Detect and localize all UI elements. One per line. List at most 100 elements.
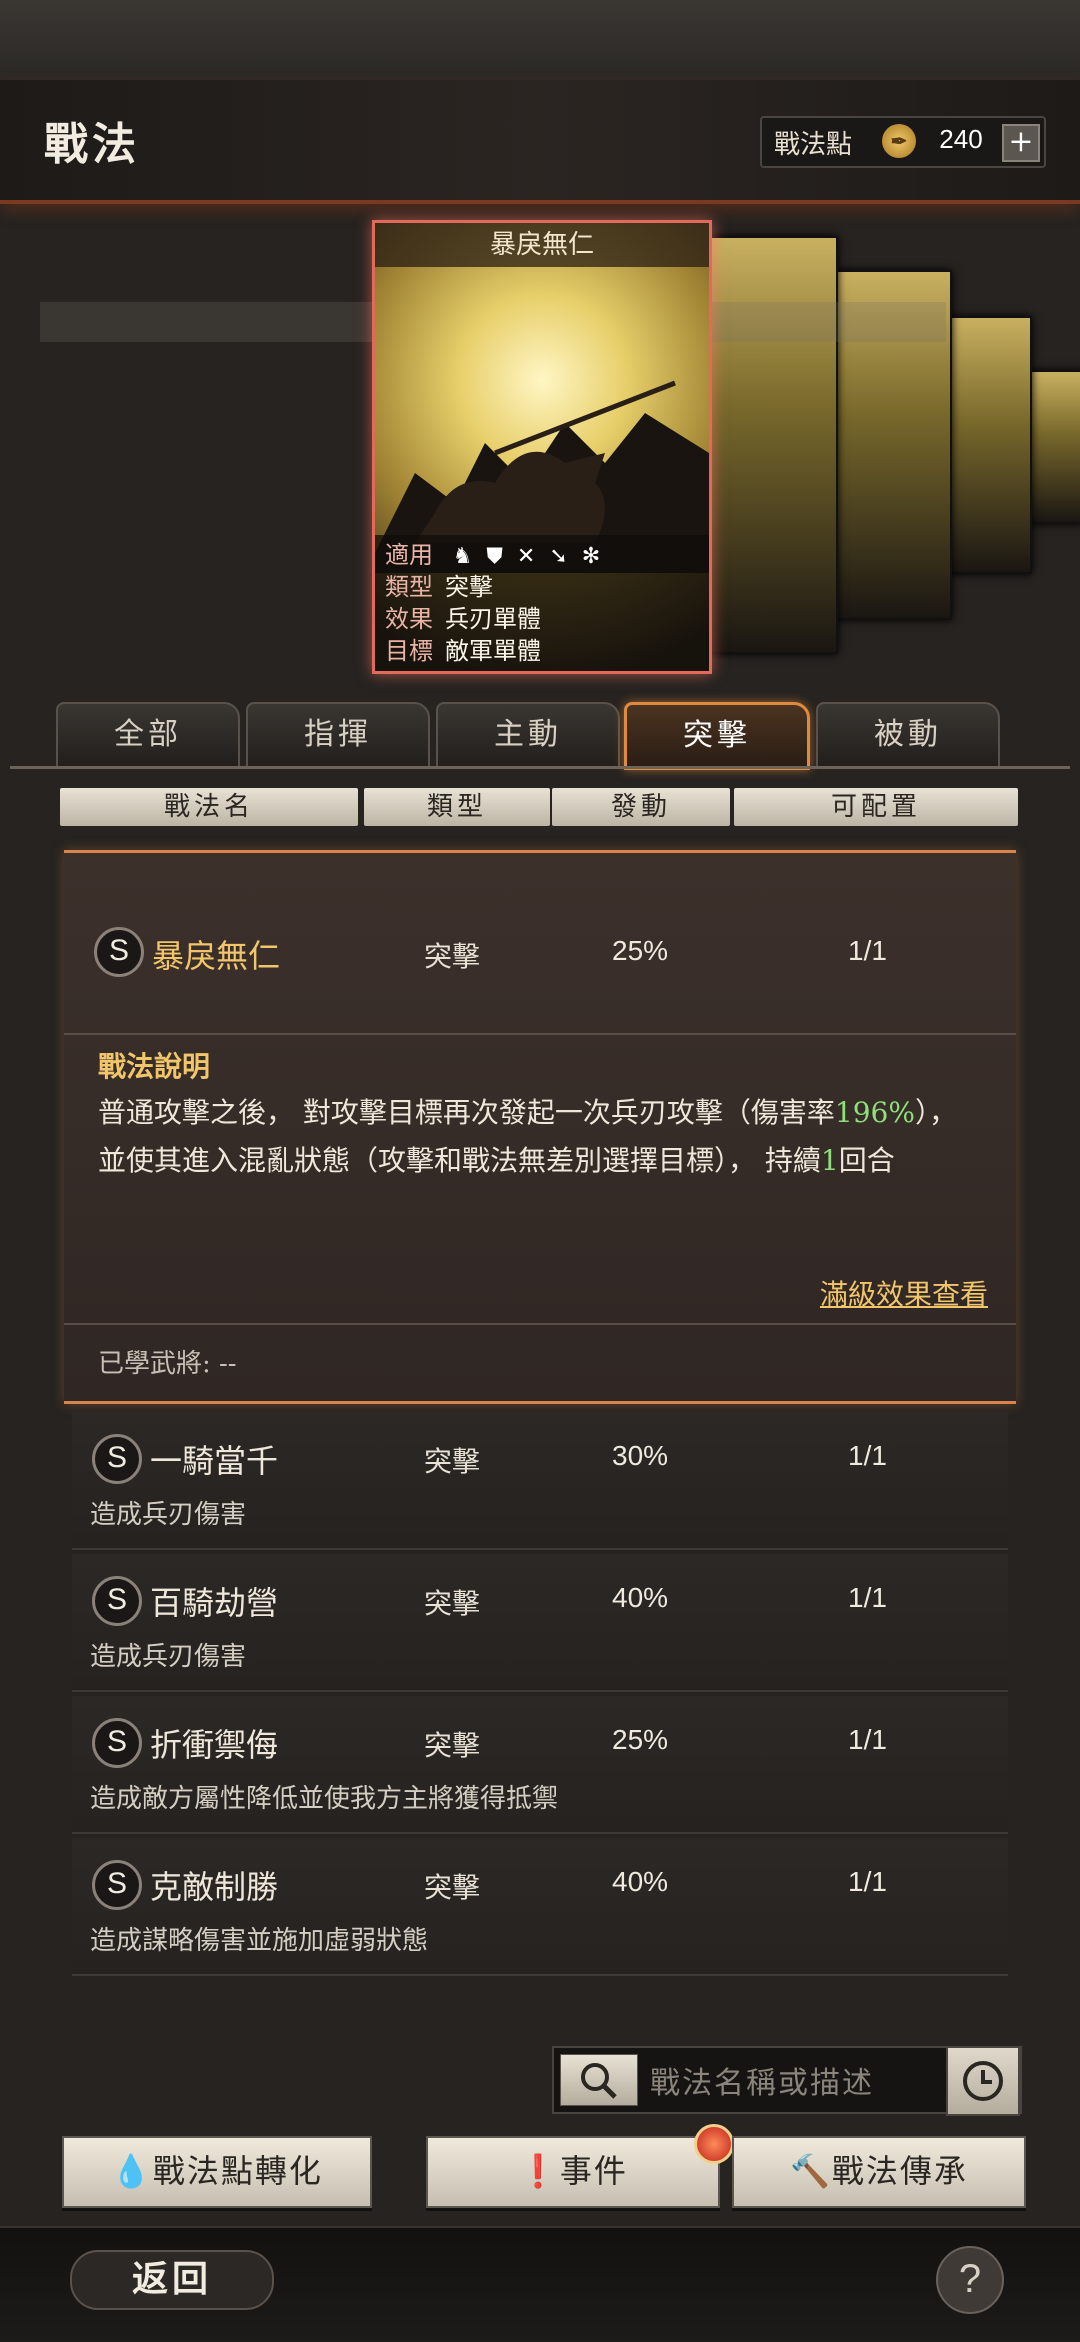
damage-rate-value: 196% bbox=[834, 1096, 915, 1129]
tactic-slots: 1/1 bbox=[848, 1582, 887, 1613]
grade-badge: S bbox=[92, 1434, 142, 1484]
tab-active[interactable]: 主動 bbox=[436, 702, 620, 768]
card-info-key: 目標 bbox=[385, 637, 433, 665]
page-title: 戰法 bbox=[44, 119, 140, 170]
back-button[interactable]: 返回 bbox=[70, 2250, 274, 2310]
bow-icon: ✕ bbox=[516, 544, 550, 569]
spear-icon: ➘ bbox=[549, 544, 582, 569]
cavalry-icon: ♞ bbox=[452, 544, 487, 569]
tactic-short-desc: 造成兵刃傷害 bbox=[90, 1500, 247, 1530]
column-header-type[interactable]: 類型 bbox=[364, 788, 550, 826]
tactic-trigger-rate: 25% bbox=[612, 1724, 669, 1755]
column-header-slots[interactable]: 可配置 bbox=[734, 788, 1018, 826]
card-tactic-name: 暴戾無仁 bbox=[375, 223, 709, 267]
tactic-card-back-4[interactable] bbox=[1024, 370, 1080, 524]
tab-assault[interactable]: 突擊 bbox=[624, 702, 810, 770]
convert-points-label: 戰法點轉化 bbox=[152, 2152, 323, 2190]
search-input[interactable]: 戰法名稱或描述 bbox=[650, 2058, 874, 2102]
tactic-card-back-1[interactable] bbox=[700, 236, 838, 654]
tactic-name: 暴戾無仁 bbox=[152, 937, 281, 975]
column-header-trigger[interactable]: 發動 bbox=[552, 788, 730, 826]
tactic-row[interactable]: S 一騎當千 突擊 30% 1/1 造成兵刃傷害 bbox=[72, 1412, 1008, 1550]
tactic-type: 突擊 bbox=[424, 1871, 481, 1904]
category-tabs: 全部 指揮 主動 突擊 被動 bbox=[52, 702, 1012, 770]
coin-icon: ✒ bbox=[882, 124, 916, 158]
tactic-points-box: 戰法點 ✒ 240 + bbox=[760, 116, 1046, 168]
inherit-button[interactable]: 🔨戰法傳承 bbox=[732, 2136, 1026, 2208]
tactic-slots: 1/1 bbox=[848, 1866, 887, 1897]
card-info-target: 目標 敵軍單體 bbox=[385, 635, 699, 667]
card-info-effect: 效果 兵刃單體 bbox=[385, 603, 699, 635]
divider bbox=[64, 1323, 1016, 1325]
search-button[interactable] bbox=[560, 2054, 638, 2106]
notification-dot bbox=[694, 2124, 734, 2164]
tactic-name: 百騎劫營 bbox=[150, 1584, 279, 1622]
shield-icon: ⛊ bbox=[486, 544, 517, 569]
tab-all[interactable]: 全部 bbox=[56, 702, 240, 768]
tactic-name: 一騎當千 bbox=[150, 1442, 279, 1480]
tactic-points-label: 戰法點 bbox=[774, 130, 853, 160]
tactic-trigger-rate: 40% bbox=[612, 1582, 669, 1613]
tactic-name: 克敵制勝 bbox=[150, 1868, 279, 1906]
alert-icon: ❗ bbox=[518, 2152, 560, 2190]
grade-badge: S bbox=[92, 1860, 142, 1910]
tactic-slots: 1/1 bbox=[848, 935, 887, 966]
duration-value: 1 bbox=[820, 1144, 839, 1177]
card-info-key: 效果 bbox=[385, 605, 433, 633]
applicable-unit-icons: ♞⛊✕➘✻ bbox=[453, 541, 615, 573]
drop-icon: 💧 bbox=[111, 2152, 153, 2190]
card-info-panel: 適用 ♞⛊✕➘✻ 類型 突擊 效果 兵刃單體 目標 敵軍單體 bbox=[375, 535, 709, 671]
expanded-tactic-row[interactable]: S 暴戾無仁 突擊 25% 1/1 戰法說明 普通攻擊之後， 對攻擊目標再次發起… bbox=[64, 850, 1016, 1404]
tactic-type: 突擊 bbox=[424, 1445, 481, 1478]
tactic-trigger-rate: 40% bbox=[612, 1866, 669, 1897]
card-info-key: 適用 bbox=[385, 541, 433, 569]
tactic-short-desc: 造成謀略傷害並施加虛弱狀態 bbox=[90, 1926, 429, 1956]
history-button[interactable] bbox=[946, 2046, 1020, 2116]
description-title: 戰法說明 bbox=[98, 1050, 211, 1083]
tactic-type: 突擊 bbox=[424, 1587, 481, 1620]
tactic-trigger-rate: 30% bbox=[612, 1440, 669, 1471]
description-segment: 普通攻擊之後， 對攻擊目標再次發起一次兵刃攻擊（傷害率 bbox=[98, 1096, 835, 1129]
tactic-type: 突擊 bbox=[424, 1729, 481, 1762]
tactic-short-desc: 造成兵刃傷害 bbox=[90, 1642, 247, 1672]
card-info-value: 兵刃單體 bbox=[445, 605, 541, 633]
tab-divider bbox=[10, 766, 1070, 769]
inherit-label: 戰法傳承 bbox=[831, 2152, 968, 2190]
tab-passive[interactable]: 被動 bbox=[816, 702, 1000, 768]
learned-generals: 已學武將: -- bbox=[98, 1349, 237, 1379]
divider bbox=[64, 1033, 1016, 1035]
convert-points-button[interactable]: 💧戰法點轉化 bbox=[62, 2136, 372, 2208]
hammer-icon: 🔨 bbox=[790, 2152, 832, 2190]
tactic-slots: 1/1 bbox=[848, 1440, 887, 1471]
card-info-type: 類型 突擊 bbox=[385, 571, 699, 603]
tactic-trigger-rate: 25% bbox=[612, 935, 669, 966]
tactic-row[interactable]: S 百騎劫營 突擊 40% 1/1 造成兵刃傷害 bbox=[72, 1554, 1008, 1692]
search-icon bbox=[581, 2063, 617, 2099]
tactic-slots: 1/1 bbox=[848, 1724, 887, 1755]
tactic-points-value: 240 bbox=[939, 124, 983, 154]
selected-tactic-card[interactable]: 暴戾無仁 適用 ♞⛊✕➘✻ 類型 突擊 效果 兵刃單體 目標 敵軍單體 bbox=[372, 220, 712, 674]
event-label: 事件 bbox=[559, 2152, 628, 2190]
tactic-card-back-3[interactable] bbox=[944, 316, 1032, 574]
full-level-effect-link[interactable]: 滿級效果查看 bbox=[64, 1273, 988, 1313]
tactic-row[interactable]: S 克敵制勝 突擊 40% 1/1 造成謀略傷害並施加虛弱狀態 bbox=[72, 1838, 1008, 1976]
column-header-name[interactable]: 戰法名 bbox=[60, 788, 358, 826]
event-button[interactable]: ❗事件 bbox=[426, 2136, 720, 2208]
tactic-short-desc: 造成敵方屬性降低並使我方主將獲得抵禦 bbox=[90, 1784, 559, 1814]
help-button[interactable]: ? bbox=[936, 2246, 1004, 2314]
top-strip bbox=[0, 0, 1080, 80]
tactic-name: 折衝禦侮 bbox=[150, 1726, 279, 1764]
tab-command[interactable]: 指揮 bbox=[246, 702, 430, 768]
siege-icon: ✻ bbox=[581, 544, 615, 569]
card-info-value: 突擊 bbox=[445, 573, 493, 601]
clock-icon bbox=[963, 2061, 1003, 2101]
card-info-key: 類型 bbox=[385, 573, 433, 601]
add-points-button[interactable]: + bbox=[1002, 124, 1040, 162]
grade-badge: S bbox=[94, 927, 144, 977]
description-segment: 回合 bbox=[838, 1144, 895, 1177]
grade-badge: S bbox=[92, 1576, 142, 1626]
grade-badge: S bbox=[92, 1718, 142, 1768]
card-info-applicable: 適用 ♞⛊✕➘✻ bbox=[385, 539, 699, 571]
card-info-value: 敵軍單體 bbox=[445, 637, 541, 665]
tactic-row[interactable]: S 折衝禦侮 突擊 25% 1/1 造成敵方屬性降低並使我方主將獲得抵禦 bbox=[72, 1696, 1008, 1834]
